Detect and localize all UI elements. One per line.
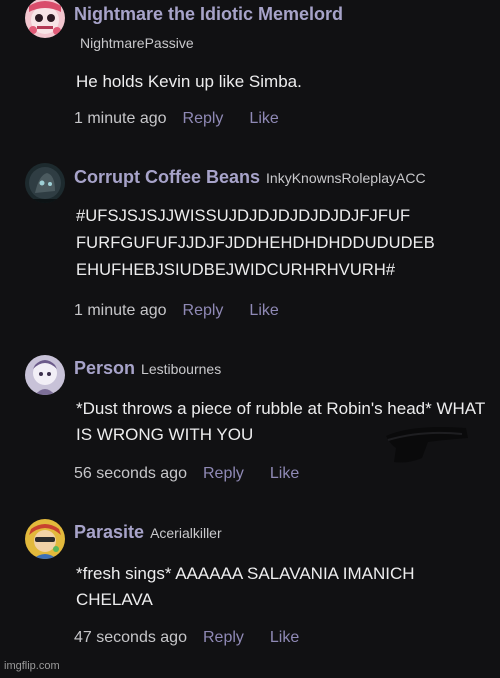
comment-timestamp: 47 seconds ago [74,629,187,646]
reply-button[interactable]: Reply [203,629,244,646]
username[interactable]: Acerialkiller [150,525,222,541]
like-button[interactable]: Like [270,629,299,646]
comment-actions: 47 seconds ago Reply Like [74,629,299,647]
watermark: imgflip.com [4,660,60,672]
user-avatar[interactable] [25,519,65,559]
comment-text: *fresh sings* AAAAAA SALAVANIA IMANICH C… [76,564,415,609]
display-name[interactable]: Parasite [74,522,144,542]
comment-header: Parasite Acerialkiller [74,522,222,543]
comment-item: Parasite Acerialkiller *fresh sings* AAAA… [0,0,500,670]
comment-thread: Nightmare the Idiotic Memelord Nightmare… [0,0,500,678]
